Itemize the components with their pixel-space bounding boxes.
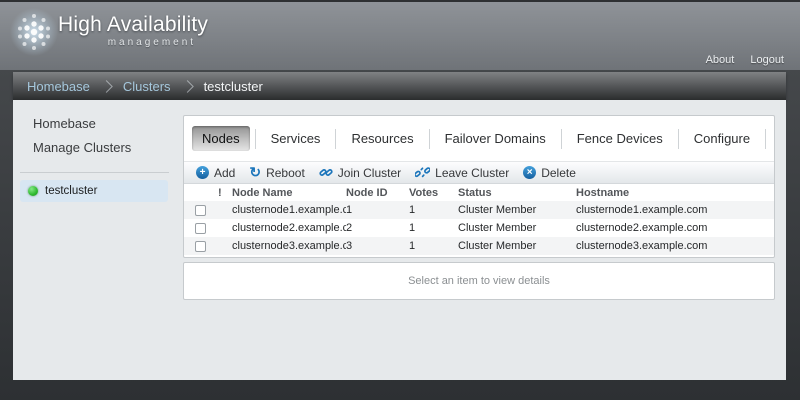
row-node-id: 3	[346, 240, 409, 252]
breadcrumb-current: testcluster	[204, 79, 263, 94]
leave-broken-link-icon	[415, 166, 430, 179]
leave-cluster-button-label: Leave Cluster	[435, 166, 509, 180]
leave-cluster-button[interactable]: Leave Cluster	[412, 166, 520, 180]
about-link[interactable]: About	[706, 54, 735, 66]
delete-button-label: Delete	[541, 166, 576, 180]
content-area: Homebase Manage Clusters testcluster Nod…	[13, 100, 786, 380]
join-cluster-button-label: Join Cluster	[338, 166, 401, 180]
delete-icon: ×	[523, 166, 536, 179]
sidebar-item-homebase[interactable]: Homebase	[33, 116, 183, 131]
add-icon: +	[196, 166, 209, 179]
app-subtitle: management	[58, 37, 208, 48]
tab-separator	[561, 129, 562, 149]
delete-button[interactable]: × Delete	[520, 166, 587, 180]
row-votes: 1	[409, 240, 458, 252]
tab-bar: Nodes Services Resources Failover Domain…	[184, 116, 774, 161]
details-placeholder: Select an item to view details	[408, 275, 550, 287]
sidebar: Homebase Manage Clusters testcluster	[13, 100, 183, 380]
node-actions-toolbar: + Add ↻ Reboot Join Cluster	[184, 161, 774, 184]
col-status: Status	[458, 187, 576, 199]
table-row[interactable]: clusternode3.example.com 3 1 Cluster Mem…	[184, 237, 774, 255]
logo-text: High Availability management	[58, 5, 208, 48]
join-cluster-button[interactable]: Join Cluster	[316, 166, 412, 180]
breadcrumb: Homebase Clusters testcluster	[13, 72, 786, 100]
col-hostname: Hostname	[576, 187, 774, 199]
logo: High Availability management	[10, 5, 208, 57]
app-header: High Availability management About Logou…	[0, 0, 800, 70]
row-select-checkbox[interactable]	[195, 223, 206, 234]
table-row[interactable]: clusternode1.example.com 1 1 Cluster Mem…	[184, 201, 774, 219]
tab-services[interactable]: Services	[261, 126, 331, 151]
row-select-checkbox[interactable]	[195, 241, 206, 252]
tab-failover-domains[interactable]: Failover Domains	[435, 126, 556, 151]
sidebar-divider	[20, 172, 169, 173]
row-votes: 1	[409, 222, 458, 234]
tab-fence-devices[interactable]: Fence Devices	[567, 126, 673, 151]
row-node-id: 2	[346, 222, 409, 234]
add-button[interactable]: + Add	[193, 166, 246, 180]
app-title: High Availability	[58, 13, 208, 37]
row-hostname: clusternode1.example.com	[576, 204, 774, 216]
breadcrumb-homebase[interactable]: Homebase	[27, 79, 90, 94]
nodes-table: ! Node Name Node ID Votes Status Hostnam…	[184, 184, 774, 255]
reboot-button-label: Reboot	[266, 166, 305, 180]
details-panel: Select an item to view details	[183, 262, 775, 300]
cluster-nodes-panel: Nodes Services Resources Failover Domain…	[183, 115, 775, 258]
row-node-name: clusternode2.example.com	[232, 222, 346, 234]
chevron-right-icon	[181, 80, 194, 93]
table-header-row: ! Node Name Node ID Votes Status Hostnam…	[184, 184, 774, 201]
table-row[interactable]: clusternode2.example.com 2 1 Cluster Mem…	[184, 219, 774, 237]
breadcrumb-clusters[interactable]: Clusters	[123, 79, 171, 94]
tab-separator	[335, 129, 336, 149]
row-status: Cluster Member	[458, 204, 576, 216]
row-status: Cluster Member	[458, 240, 576, 252]
row-select-checkbox[interactable]	[195, 205, 206, 216]
col-warning: !	[218, 187, 232, 199]
cluster-status-green-icon	[28, 186, 38, 196]
row-hostname: clusternode2.example.com	[576, 222, 774, 234]
tab-separator	[678, 129, 679, 149]
col-votes: Votes	[409, 187, 458, 199]
reboot-icon: ↻	[249, 166, 261, 179]
chevron-right-icon	[100, 80, 113, 93]
reboot-button[interactable]: ↻ Reboot	[246, 166, 315, 180]
row-votes: 1	[409, 204, 458, 216]
row-status: Cluster Member	[458, 222, 576, 234]
tab-separator	[255, 129, 256, 149]
row-node-name: clusternode3.example.com	[232, 240, 346, 252]
tab-configure[interactable]: Configure	[684, 126, 760, 151]
tab-resources[interactable]: Resources	[341, 126, 423, 151]
logout-link[interactable]: Logout	[750, 54, 784, 66]
col-node-name: Node Name	[232, 187, 346, 199]
add-button-label: Add	[214, 166, 235, 180]
cluster-name: testcluster	[45, 185, 97, 197]
row-node-id: 1	[346, 204, 409, 216]
join-link-icon	[319, 166, 333, 179]
tab-separator	[429, 129, 430, 149]
logo-globe-icon	[10, 5, 58, 57]
sidebar-item-manage-clusters[interactable]: Manage Clusters	[33, 140, 183, 155]
row-node-name: clusternode1.example.com	[232, 204, 346, 216]
tab-nodes[interactable]: Nodes	[192, 126, 250, 151]
col-node-id: Node ID	[346, 187, 409, 199]
sidebar-item-testcluster[interactable]: testcluster	[20, 180, 168, 202]
tab-separator	[765, 129, 766, 149]
header-links: About Logout	[706, 54, 784, 66]
row-hostname: clusternode3.example.com	[576, 240, 774, 252]
